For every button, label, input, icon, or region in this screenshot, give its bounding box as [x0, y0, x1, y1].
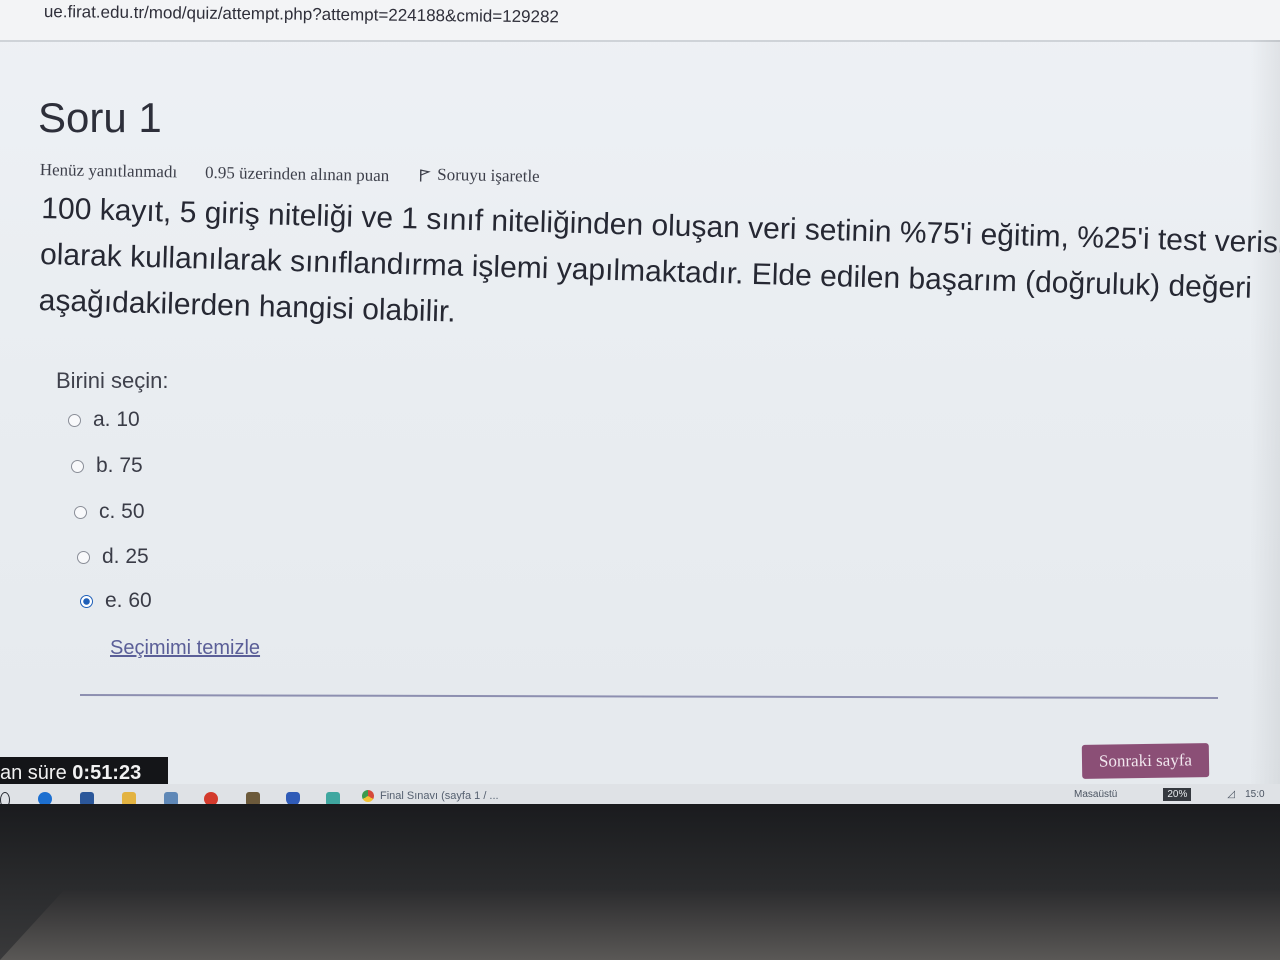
- answer-radio-b[interactable]: [71, 459, 84, 473]
- network-icon[interactable]: ◿: [1227, 789, 1235, 800]
- taskbar-browser-window[interactable]: Final Sınavı (sayfa 1 / ...: [362, 790, 499, 802]
- desktop-label[interactable]: Masaüstü: [1074, 789, 1117, 800]
- section-divider: [79, 694, 1218, 699]
- question-info: Henüz yanıtlanmadı 0.95 üzerinden alınan…: [40, 158, 540, 188]
- next-page-button[interactable]: Sonraki sayfa: [1081, 743, 1210, 779]
- clock[interactable]: 15:0: [1245, 789, 1264, 800]
- flag-question-label[interactable]: Soruyu işaretle: [437, 165, 540, 187]
- flag-question-link[interactable]: Soruyu işaretle: [419, 165, 540, 187]
- answer-option-a[interactable]: a. 10: [68, 408, 140, 432]
- answer-option-c[interactable]: c. 50: [74, 500, 145, 524]
- screen-edge-shade: [1250, 40, 1280, 800]
- answer-radio-a[interactable]: [68, 413, 81, 427]
- question-text: 100 kayıt, 5 giriş niteliği ve 1 sınıf n…: [38, 186, 1280, 358]
- answer-label-e[interactable]: e. 60: [105, 589, 152, 613]
- address-bar[interactable]: ue.firat.edu.tr/mod/quiz/attempt.php?att…: [0, 0, 1280, 42]
- chrome-icon: [362, 790, 374, 802]
- answer-option-e[interactable]: e. 60: [80, 589, 152, 613]
- question-title: Soru 1: [38, 94, 162, 141]
- answer-radio-d[interactable]: [77, 550, 90, 564]
- answer-label-b[interactable]: b. 75: [96, 454, 143, 478]
- flag-icon: [419, 168, 432, 182]
- answer-label-a[interactable]: a. 10: [93, 408, 140, 432]
- system-tray: Masaüstü 20% ◿ 15:0: [1074, 788, 1265, 801]
- clear-selection-link[interactable]: Seçimimi temizle: [110, 637, 260, 660]
- laptop-body: [0, 890, 1280, 960]
- question-status: Henüz yanıtlanmadı: [39, 159, 178, 181]
- timer-value: 0:51:23: [72, 762, 142, 784]
- battery-indicator[interactable]: 20%: [1163, 788, 1192, 801]
- timer-label: an süre: [0, 762, 67, 784]
- answer-option-d[interactable]: d. 25: [77, 545, 149, 569]
- answer-radio-e-selected[interactable]: [80, 594, 93, 608]
- answer-radio-c[interactable]: [74, 505, 87, 519]
- question-mark: 0.95 üzerinden alınan puan: [204, 162, 390, 185]
- screen: ue.firat.edu.tr/mod/quiz/attempt.php?att…: [0, 0, 1280, 960]
- answer-label-c[interactable]: c. 50: [99, 500, 145, 524]
- answer-option-b[interactable]: b. 75: [71, 454, 143, 478]
- answer-prompt: Birini seçin:: [56, 368, 169, 393]
- taskbar-window-title[interactable]: Final Sınavı (sayfa 1 / ...: [380, 790, 499, 802]
- answer-label-d[interactable]: d. 25: [102, 545, 149, 569]
- address-url[interactable]: ue.firat.edu.tr/mod/quiz/attempt.php?att…: [44, 2, 559, 27]
